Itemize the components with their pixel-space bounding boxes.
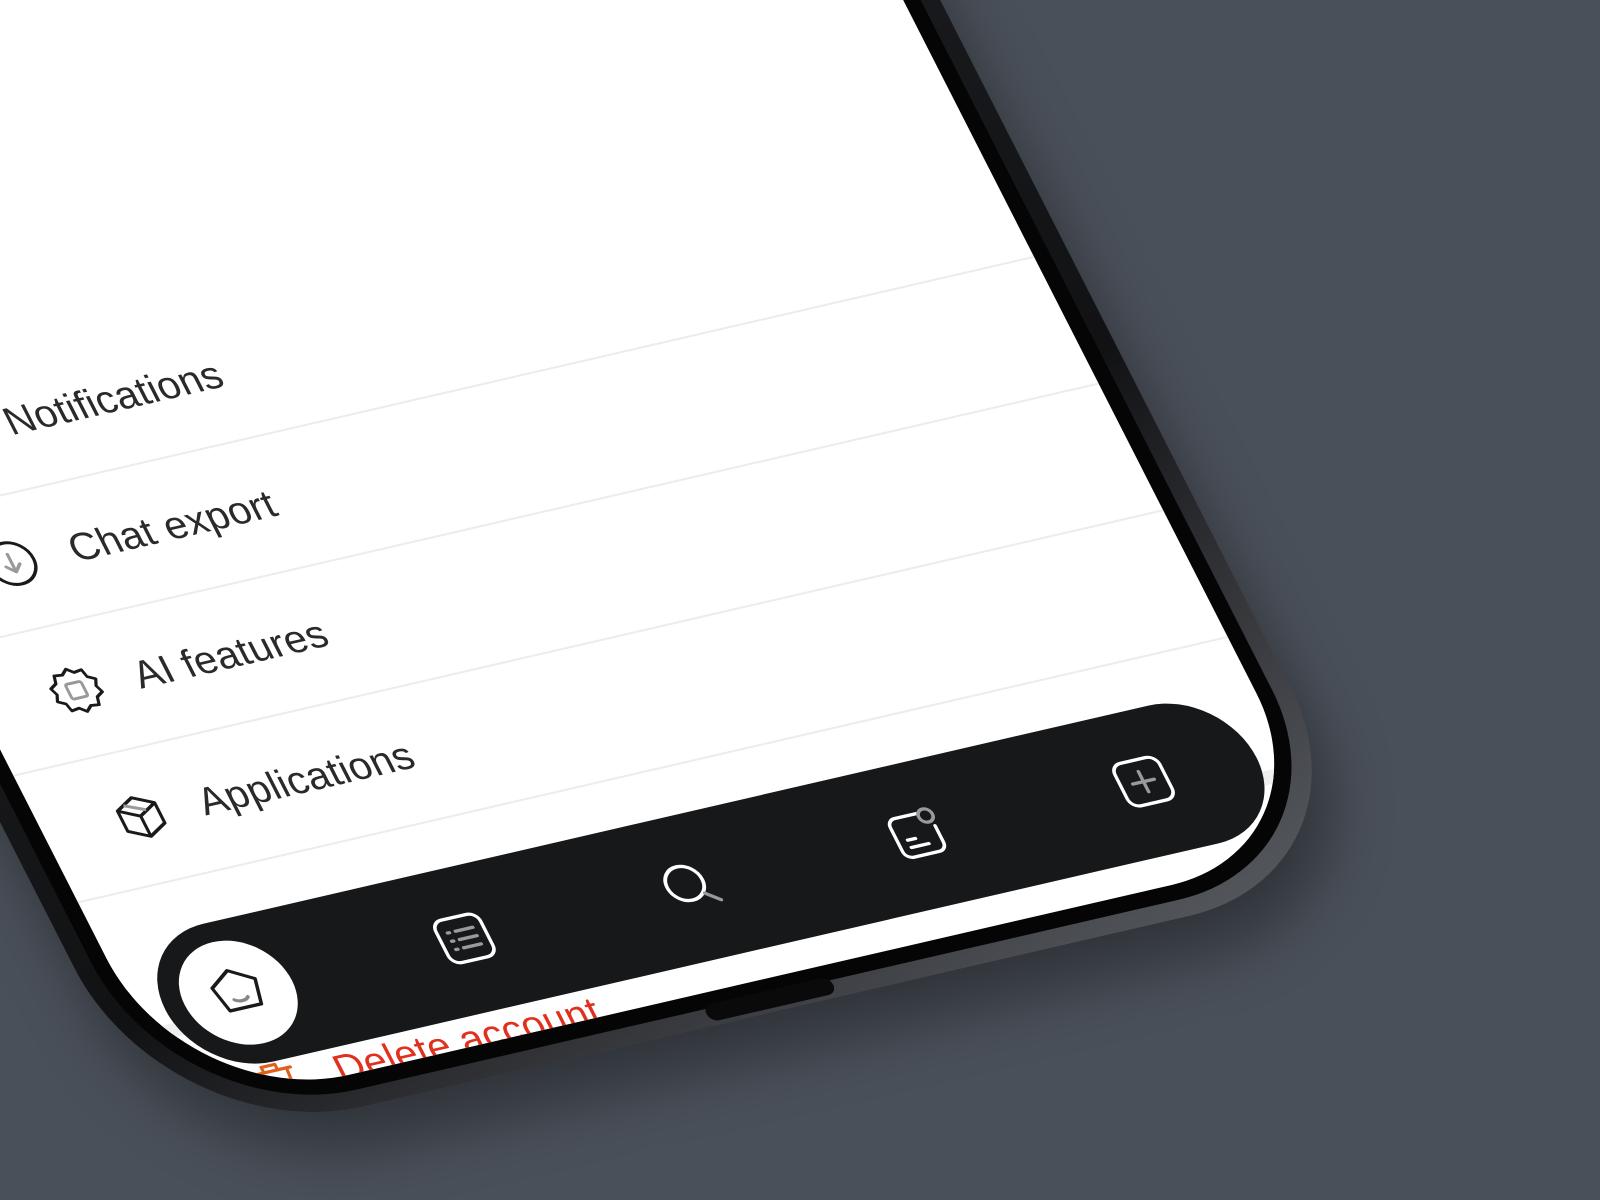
menu-item-label: Applications — [189, 733, 423, 824]
tab-profile-card[interactable] — [839, 773, 998, 899]
menu-item-label: Notifications — [0, 353, 231, 444]
menu-item-label: AI features — [124, 612, 336, 697]
box-icon — [101, 785, 182, 849]
phone-device: Notifications Chat export AI features Ap… — [0, 0, 1384, 1152]
menu-item-label: Chat export — [59, 482, 285, 570]
phone-screen: Notifications Chat export AI features Ap… — [0, 0, 1335, 1113]
tab-add[interactable] — [1065, 721, 1224, 847]
phone-mockup: Notifications Chat export AI features Ap… — [0, 0, 1600, 1200]
download-circle-icon — [0, 532, 52, 596]
search-icon — [647, 851, 736, 924]
tab-list[interactable] — [386, 878, 545, 1004]
mockup-stage: Notifications Chat export AI features Ap… — [0, 0, 1600, 1200]
list-icon — [422, 905, 508, 976]
profile-card-icon — [873, 799, 962, 872]
tab-search[interactable] — [612, 825, 771, 951]
chip-badge-icon — [36, 658, 117, 722]
home-icon — [194, 956, 283, 1029]
add-square-icon — [1101, 748, 1187, 819]
